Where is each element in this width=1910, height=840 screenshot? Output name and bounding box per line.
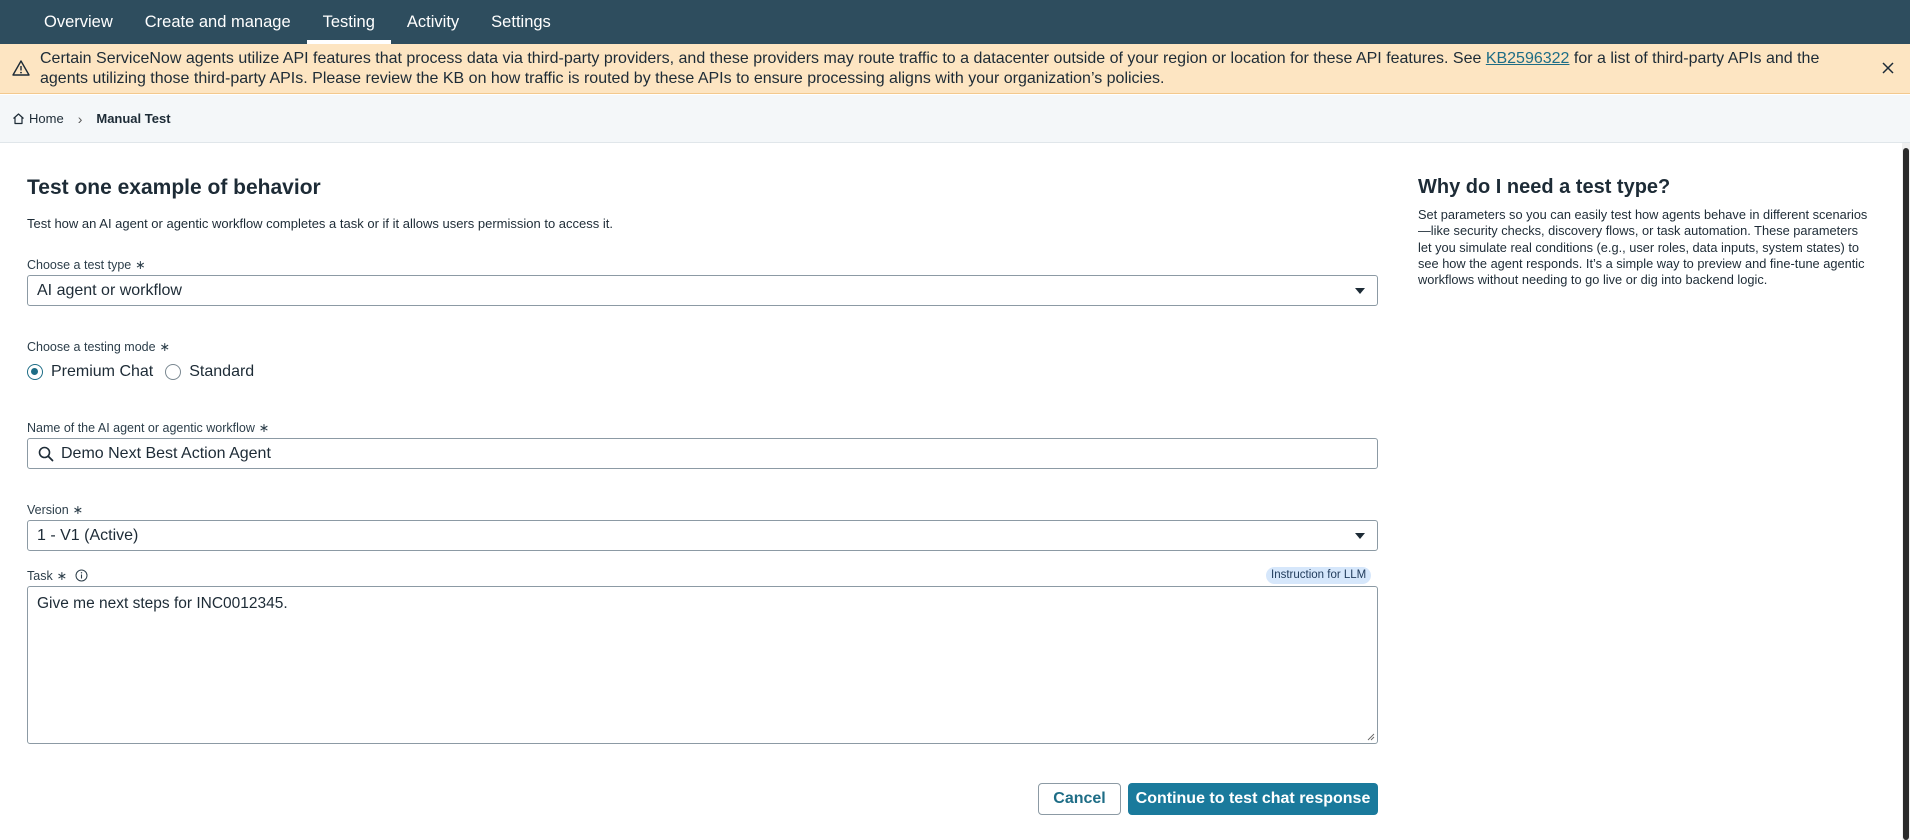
task-label-text: Task: [27, 569, 53, 583]
breadcrumb-current: Manual Test: [96, 111, 171, 126]
version-select[interactable]: 1 - V1 (Active): [27, 520, 1378, 551]
breadcrumb: Home › Manual Test: [0, 95, 1910, 143]
info-icon[interactable]: [75, 569, 88, 582]
test-type-select[interactable]: AI agent or workflow: [27, 275, 1378, 306]
help-title: Why do I need a test type?: [1418, 176, 1671, 198]
chevron-down-icon: [1355, 288, 1365, 294]
tab-overview[interactable]: Overview: [28, 0, 129, 44]
required-mark: ∗: [258, 421, 270, 435]
testing-mode-radio-group: Premium Chat Standard: [27, 363, 266, 381]
tab-testing[interactable]: Testing: [306, 0, 392, 44]
instruction-for-llm-badge: Instruction for LLM: [1266, 567, 1372, 584]
resize-handle-icon[interactable]: [1367, 733, 1375, 741]
search-icon: [38, 446, 54, 461]
version-label-text: Version: [27, 503, 69, 517]
agent-name-label: Name of the AI agent or agentic workflow…: [27, 420, 269, 435]
required-mark: ∗: [56, 569, 68, 583]
testing-mode-label: Choose a testing mode ∗: [27, 339, 170, 354]
tab-activity[interactable]: Activity: [391, 0, 475, 44]
tab-settings[interactable]: Settings: [475, 0, 567, 44]
close-icon[interactable]: [1880, 60, 1896, 76]
radio-premium-chat-label: Premium Chat: [51, 363, 154, 380]
scrollbar-thumb[interactable]: [1903, 148, 1909, 840]
radio-standard[interactable]: Standard: [165, 363, 254, 381]
radio-unselected-indicator: [165, 364, 182, 380]
radio-premium-chat[interactable]: Premium Chat: [27, 363, 153, 381]
banner-text: Certain ServiceNow agents utilize API fe…: [40, 49, 1860, 89]
page-title: Test one example of behavior: [27, 176, 321, 199]
task-label: Task ∗: [27, 568, 88, 583]
page-subtitle: Test how an AI agent or agentic workflow…: [27, 216, 613, 231]
warning-icon: [12, 60, 30, 76]
help-body: Set parameters so you can easily test ho…: [1418, 207, 1868, 288]
test-type-value: AI agent or workflow: [37, 281, 182, 299]
agent-name-search-input[interactable]: Demo Next Best Action Agent: [27, 438, 1378, 469]
cancel-button[interactable]: Cancel: [1038, 783, 1121, 815]
version-label: Version ∗: [27, 502, 83, 517]
test-type-label-text: Choose a test type: [27, 258, 132, 272]
third-party-api-banner: Certain ServiceNow agents utilize API fe…: [0, 44, 1910, 94]
breadcrumb-home-label: Home: [29, 111, 64, 126]
banner-text-before: Certain ServiceNow agents utilize API fe…: [40, 50, 1486, 67]
agent-name-label-text: Name of the AI agent or agentic workflow: [27, 421, 255, 435]
test-type-label: Choose a test type ∗: [27, 257, 146, 272]
continue-to-test-chat-response-button[interactable]: Continue to test chat response: [1128, 783, 1378, 815]
required-mark: ∗: [159, 340, 171, 354]
testing-mode-label-text: Choose a testing mode: [27, 340, 156, 354]
task-textarea[interactable]: Give me next steps for INC0012345.: [27, 586, 1378, 744]
agent-name-value: Demo Next Best Action Agent: [61, 444, 271, 462]
home-icon: [13, 113, 24, 125]
top-nav: Overview Create and manage Testing Activ…: [0, 0, 1910, 44]
breadcrumb-home[interactable]: Home: [12, 111, 64, 126]
radio-standard-label: Standard: [189, 363, 255, 380]
radio-selected-indicator: [27, 364, 43, 380]
page-scrollbar[interactable]: [1902, 143, 1910, 840]
required-mark: ∗: [135, 258, 146, 272]
version-value: 1 - V1 (Active): [37, 526, 139, 544]
tab-create-and-manage[interactable]: Create and manage: [129, 0, 307, 44]
task-value: Give me next steps for INC0012345.: [37, 595, 288, 612]
chevron-right-icon: ›: [77, 110, 83, 127]
required-mark: ∗: [72, 503, 84, 517]
chevron-down-icon: [1355, 533, 1365, 539]
kb-link[interactable]: KB2596322: [1486, 50, 1570, 67]
